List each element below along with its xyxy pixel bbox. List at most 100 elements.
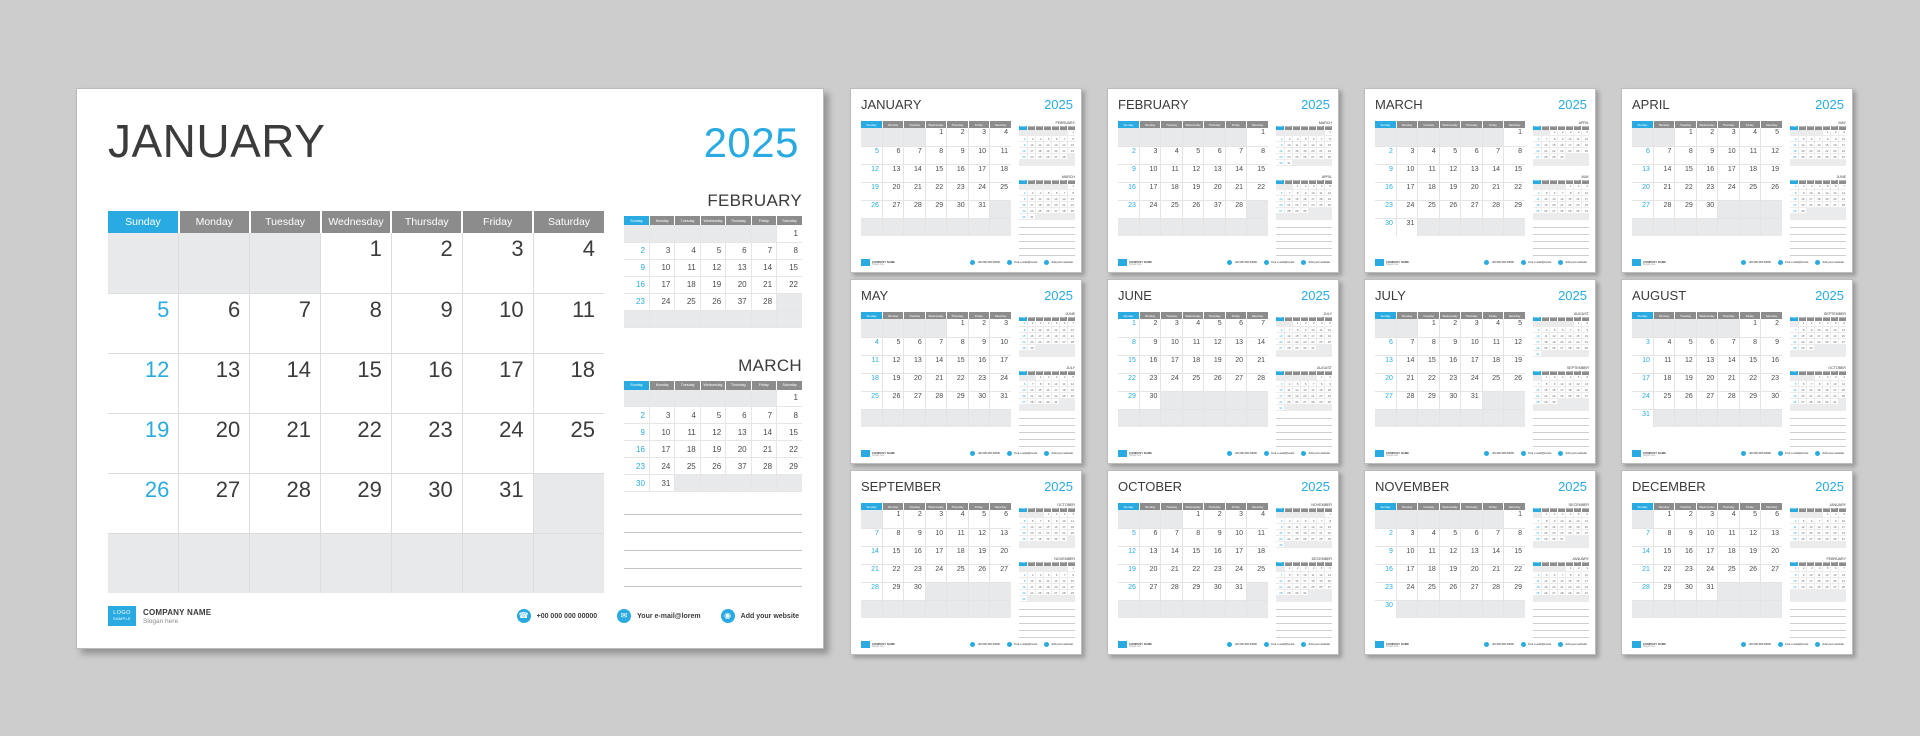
day-cell[interactable]: 20 [725,276,752,294]
day-cell[interactable]: 27 [903,391,926,410]
day-cell[interactable]: 2 [391,233,463,294]
day-cell[interactable]: 8 [1739,337,1762,356]
day-cell-empty[interactable] [1203,218,1226,236]
day-cell-empty[interactable] [1324,404,1332,411]
day-cell-empty[interactable] [1324,159,1332,166]
thumbnail-month-grid[interactable]: Sunday Monday Tuesday Wednesday Thursday Frid… [861,121,1011,236]
day-cell[interactable]: 11 [1739,146,1762,165]
day-cell[interactable]: 20 [1632,182,1654,201]
day-cell-empty[interactable] [1316,541,1325,548]
thumbnail-contact-item[interactable]: Your e-mail@lorem [1006,260,1037,265]
day-cell[interactable]: 18 [946,546,969,565]
day-cell-empty[interactable] [1246,391,1268,410]
day-cell-empty[interactable] [1790,159,1799,166]
day-cell[interactable]: 24 [989,373,1011,392]
day-cell[interactable]: 11 [946,528,969,547]
note-line[interactable] [624,568,802,569]
day-cell[interactable]: 24 [649,293,676,311]
day-cell-empty[interactable] [391,533,463,593]
day-cell-empty[interactable] [1503,409,1525,427]
day-cell-empty[interactable] [1019,159,1028,166]
day-cell[interactable]: 13 [725,423,752,441]
thumbnail-mini-calendar-november[interactable]: NOVEMBER Sunday Monday Tuesday Wednesday Thur… [1276,503,1332,548]
day-cell[interactable]: 23 [946,182,969,201]
day-cell[interactable]: 4 [1739,128,1762,147]
day-cell[interactable]: 7 [925,337,948,356]
thumbnail-note-line[interactable] [1276,227,1332,228]
day-cell-empty[interactable] [1246,218,1268,236]
day-cell[interactable]: 28 [925,391,948,410]
day-cell[interactable]: 21 [1482,182,1505,201]
day-cell[interactable]: 24 [968,182,991,201]
day-cell-empty[interactable] [1814,595,1823,602]
day-cell-empty[interactable] [1118,409,1140,427]
day-cell[interactable]: 18 [989,164,1011,183]
thumbnail-mini-calendar-may[interactable]: MAY Sunday Monday Tuesday Wednesday Thursday F… [1790,121,1846,166]
day-cell[interactable]: 2 [1375,528,1397,547]
day-cell[interactable]: 3 [1160,319,1183,338]
day-cell[interactable]: 1 [1182,510,1205,529]
day-cell[interactable]: 25 [946,564,969,583]
day-cell[interactable]: 15 [1118,355,1140,374]
day-cell-empty[interactable] [1417,128,1440,147]
day-cell-empty[interactable] [1160,510,1183,529]
day-cell[interactable]: 19 [1118,564,1140,583]
day-cell-empty[interactable] [1557,541,1566,548]
day-cell[interactable]: 25 [1160,200,1183,219]
thumbnail-note-line[interactable] [1790,609,1846,610]
day-cell-empty[interactable] [1067,350,1075,357]
day-cell-empty[interactable] [1276,595,1285,602]
day-cell[interactable]: 14 [1482,164,1505,183]
day-cell[interactable]: 8 [776,242,802,260]
day-cell-empty[interactable] [1439,600,1462,618]
day-cell-empty[interactable] [725,310,752,328]
day-cell-empty[interactable] [108,233,180,294]
day-cell-empty[interactable] [882,319,905,338]
day-cell[interactable]: 8 [1246,146,1268,165]
day-cell-empty[interactable] [1533,595,1542,602]
day-cell[interactable]: 11 [674,259,701,277]
day-cell-empty[interactable] [1822,213,1831,220]
day-cell[interactable]: 10 [1460,337,1483,356]
day-cell-empty[interactable] [903,319,926,338]
thumbnail-contact-item[interactable]: Add your website [1815,260,1844,265]
day-cell[interactable]: 7 [861,528,883,547]
day-cell-empty[interactable] [1653,218,1676,236]
day-cell-empty[interactable] [1482,128,1505,147]
day-cell[interactable]: 26 [1739,564,1762,583]
thumbnail-mini-calendar-november[interactable]: NOVEMBER Sunday Monday Tuesday Wednesday Thur… [1019,557,1075,602]
day-cell-empty[interactable] [1581,350,1589,357]
thumbnail-mini-calendar-september[interactable]: SEPTEMBER Sunday Monday Tuesday Wednesday Thu… [1533,366,1589,411]
day-cell-empty[interactable] [1557,404,1566,411]
day-cell[interactable]: 8 [946,337,969,356]
day-cell-empty[interactable] [925,218,948,236]
day-cell-empty[interactable] [1417,218,1440,236]
day-cell-empty[interactable] [1814,350,1823,357]
month-thumbnail-january[interactable]: JANUARY 2025 Sunday Monday Tuesday Wednesday T… [850,88,1082,273]
day-cell-empty[interactable] [249,533,322,593]
day-cell[interactable]: 17 [1460,355,1483,374]
thumbnail-note-line[interactable] [1019,234,1075,235]
thumbnail-contact-item[interactable]: Add your website [1815,451,1844,456]
thumbnail-note-line[interactable] [1790,616,1846,617]
day-cell-empty[interactable] [1308,541,1317,548]
day-cell-empty[interactable] [1019,541,1028,548]
day-cell-empty[interactable] [1565,541,1574,548]
day-cell[interactable]: 15 [946,355,969,374]
day-cell-empty[interactable] [1316,404,1325,411]
day-cell[interactable]: 9 [391,293,463,354]
day-cell[interactable]: 30 [624,474,650,492]
day-cell-empty[interactable] [1549,541,1558,548]
day-cell-empty[interactable] [1482,510,1505,529]
day-cell-empty[interactable] [1059,350,1068,357]
day-cell-empty[interactable] [1292,404,1301,411]
day-cell[interactable]: 27 [178,473,251,534]
thumbnail-contact-item[interactable]: Your e-mail@lorem [1777,451,1808,456]
day-cell[interactable]: 31 [1396,218,1419,236]
day-cell[interactable]: 23 [1674,564,1697,583]
thumbnail-note-line[interactable] [1533,227,1589,228]
day-cell[interactable]: 24 [925,564,948,583]
day-cell[interactable]: 3 [968,128,991,147]
day-cell-empty[interactable] [1292,159,1301,166]
thumbnail-note-line[interactable] [1019,248,1075,249]
